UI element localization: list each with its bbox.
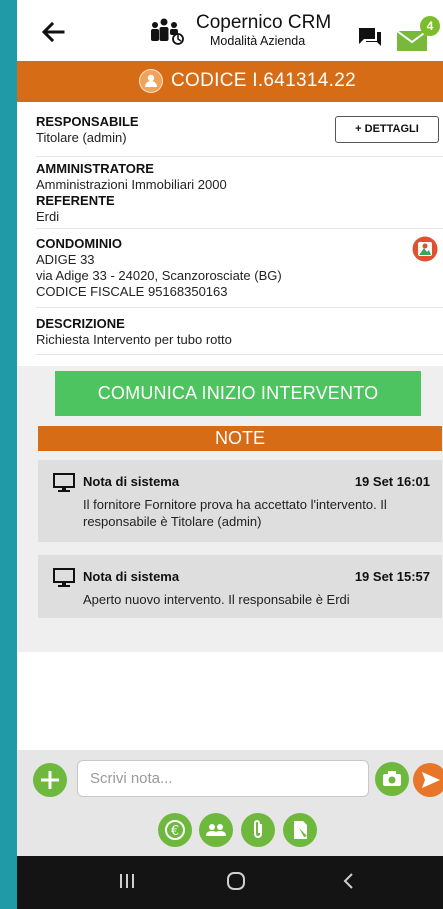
user-badge-icon bbox=[139, 69, 163, 93]
app-header: Copernico CRM Modalità Azienda 4 bbox=[17, 0, 443, 61]
app-screen: Copernico CRM Modalità Azienda 4 CODICE … bbox=[17, 0, 443, 909]
note-date: 19 Set 15:57 bbox=[354, 569, 430, 584]
people-icon bbox=[206, 824, 226, 836]
add-button[interactable] bbox=[33, 763, 67, 797]
document-icon bbox=[294, 821, 307, 839]
app-subtitle: Modalità Azienda bbox=[210, 34, 306, 48]
intervention-code: CODICE I.641314.22 bbox=[171, 70, 356, 91]
condominio-address: via Adige 33 - 24020, Scanzorosciate (BG… bbox=[36, 268, 282, 283]
camera-icon bbox=[383, 771, 401, 786]
intervention-code-bar: CODICE I.641314.22 bbox=[17, 61, 443, 102]
chat-icon[interactable] bbox=[357, 26, 383, 50]
team-logo-icon bbox=[151, 18, 184, 45]
amministratore-section: AMMINISTRATORE Amministrazioni Immobilia… bbox=[36, 160, 443, 229]
camera-button[interactable] bbox=[375, 762, 409, 796]
send-button[interactable] bbox=[413, 763, 443, 797]
app-logo: Copernico CRM Modalità Azienda bbox=[150, 12, 332, 52]
send-icon bbox=[422, 772, 440, 788]
note-date: 19 Set 16:01 bbox=[354, 474, 430, 489]
referente-label: REFERENTE bbox=[36, 193, 115, 208]
descrizione-value: Richiesta Intervento per tubo rotto bbox=[36, 332, 232, 347]
people-button[interactable] bbox=[199, 813, 233, 847]
note-item: Nota di sistema 19 Set 15:57 Aperto nuov… bbox=[38, 555, 442, 618]
descrizione-label: DESCRIZIONE bbox=[36, 316, 125, 331]
condominio-name: ADIGE 33 bbox=[36, 252, 95, 267]
desktop-icon bbox=[53, 568, 75, 587]
note-title: Nota di sistema bbox=[83, 474, 180, 489]
desktop-icon bbox=[53, 473, 75, 492]
paperclip-icon bbox=[254, 820, 262, 838]
back-arrow-icon[interactable] bbox=[39, 18, 67, 46]
details-button[interactable]: + DETTAGLI bbox=[335, 116, 439, 143]
note-input[interactable] bbox=[77, 760, 369, 797]
start-intervention-button[interactable]: COMUNICA INIZIO INTERVENTO bbox=[55, 371, 421, 416]
descrizione-section: DESCRIZIONE Richiesta Intervento per tub… bbox=[36, 312, 443, 355]
document-button[interactable] bbox=[283, 813, 317, 847]
attachment-button[interactable] bbox=[241, 813, 275, 847]
note-title: Nota di sistema bbox=[83, 569, 180, 584]
plus-icon bbox=[41, 771, 59, 789]
euro-icon: € bbox=[165, 820, 185, 840]
system-nav-bar bbox=[17, 856, 443, 909]
condominio-section: CONDOMINIO ADIGE 33 via Adige 33 - 24020… bbox=[36, 233, 443, 308]
mail-count-badge: 4 bbox=[420, 16, 440, 36]
recent-apps-icon[interactable] bbox=[117, 870, 137, 892]
amministratore-value: Amministrazioni Immobiliari 2000 bbox=[36, 177, 227, 192]
condominio-fiscal-code: CODICE FISCALE 95168350163 bbox=[36, 284, 228, 299]
note-text: Aperto nuovo intervento. Il responsabile… bbox=[83, 592, 350, 607]
notes-header: NOTE bbox=[38, 426, 442, 451]
svg-text:€: € bbox=[171, 824, 179, 839]
note-text: Il fornitore Fornitore prova ha accettat… bbox=[83, 497, 387, 529]
note-item: Nota di sistema 19 Set 16:01 Il fornitor… bbox=[38, 460, 442, 542]
referente-value: Erdi bbox=[36, 209, 60, 224]
condominio-label: CONDOMINIO bbox=[36, 236, 122, 251]
app-title: Copernico CRM bbox=[196, 12, 332, 33]
map-icon[interactable] bbox=[412, 236, 438, 262]
back-nav-icon[interactable] bbox=[339, 870, 359, 892]
expense-button[interactable]: € bbox=[158, 813, 192, 847]
amministratore-label: AMMINISTRATORE bbox=[36, 161, 154, 176]
home-icon[interactable] bbox=[224, 870, 248, 892]
